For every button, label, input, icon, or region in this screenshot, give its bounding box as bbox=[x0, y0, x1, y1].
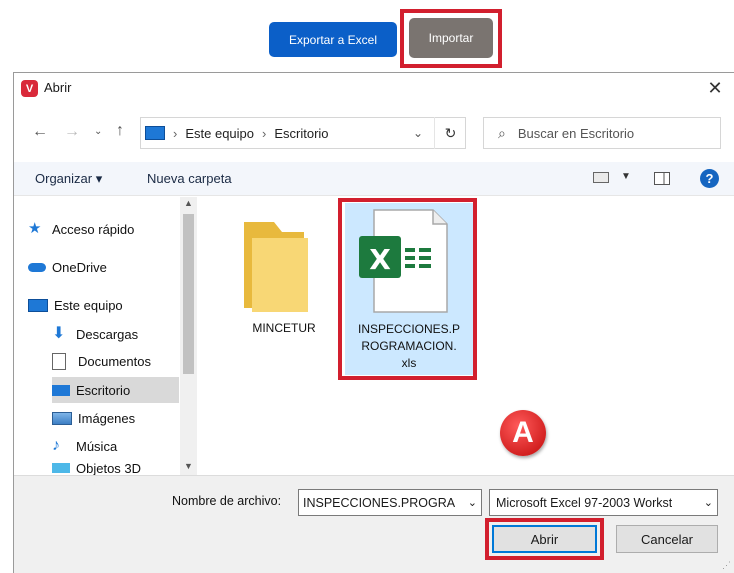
refresh-icon[interactable]: ↻ bbox=[434, 117, 466, 149]
recent-chevron-icon[interactable]: ⌄ bbox=[94, 126, 102, 137]
filetype-select[interactable]: Microsoft Excel 97-2003 Workst ⌄ bbox=[489, 489, 718, 516]
sidebar-item-label: Acceso rápido bbox=[52, 221, 135, 237]
import-button[interactable]: Importar bbox=[409, 18, 493, 58]
scroll-down-icon[interactable]: ▼ bbox=[184, 461, 193, 471]
breadcrumb-item[interactable]: Escritorio bbox=[274, 126, 328, 141]
computer-icon bbox=[145, 126, 165, 140]
excel-file-icon: X bbox=[345, 208, 473, 320]
app-logo-icon: V bbox=[21, 80, 38, 97]
sidebar-item-label: Escritorio bbox=[76, 382, 131, 398]
breadcrumb-item[interactable]: Este equipo bbox=[185, 126, 254, 141]
filename-label: Nombre de archivo: bbox=[172, 494, 282, 508]
search-box[interactable]: ⌕ Buscar en Escritorio bbox=[483, 117, 721, 149]
sidebar-item-quick-access[interactable]: ★ Acceso rápido bbox=[28, 216, 193, 242]
folder-icon bbox=[244, 222, 308, 312]
navigation-pane: ★ Acceso rápido OneDrive Este equipo ⬇ D… bbox=[14, 197, 198, 475]
scroll-up-icon[interactable]: ▲ bbox=[184, 198, 193, 208]
annotation-marker: A bbox=[500, 410, 546, 456]
file-name-line: INSPECCIONES.P bbox=[357, 322, 461, 336]
view-options-icon[interactable] bbox=[593, 172, 609, 183]
resize-grip-icon[interactable]: ⋰ bbox=[722, 560, 731, 571]
cube-icon bbox=[52, 463, 70, 473]
document-icon bbox=[52, 352, 66, 370]
filename-value: INSPECCIONES.PROGRA bbox=[303, 495, 456, 510]
sidebar-item-label: Objetos 3D bbox=[76, 461, 142, 475]
svg-text:X: X bbox=[369, 243, 391, 276]
computer-icon bbox=[28, 298, 48, 312]
view-chevron-icon[interactable]: ▼ bbox=[621, 171, 631, 182]
filetype-value: Microsoft Excel 97-2003 Workst bbox=[496, 495, 673, 510]
sidebar-item-label: OneDrive bbox=[52, 259, 107, 275]
sidebar-item-music[interactable]: ♪ Música bbox=[52, 433, 193, 459]
file-name: INSPECCIONES.P ROGRAMACION. xls bbox=[345, 321, 473, 372]
sidebar-item-label: Descargas bbox=[76, 326, 139, 342]
file-item-folder[interactable]: MINCETUR bbox=[230, 208, 338, 348]
download-icon: ⬇ bbox=[52, 325, 66, 342]
open-button[interactable]: Abrir bbox=[492, 525, 597, 553]
cancel-button[interactable]: Cancelar bbox=[616, 525, 718, 553]
new-folder-button[interactable]: Nueva carpeta bbox=[147, 171, 232, 186]
sidebar-item-downloads[interactable]: ⬇ Descargas bbox=[52, 321, 193, 347]
cloud-icon bbox=[28, 262, 46, 272]
desktop-icon bbox=[52, 384, 70, 396]
sidebar-item-label: Música bbox=[76, 438, 118, 454]
sidebar-item-3d-objects[interactable]: Objetos 3D bbox=[52, 459, 193, 475]
search-icon: ⌕ bbox=[498, 124, 506, 141]
sidebar-item-label: Este equipo bbox=[54, 297, 123, 313]
file-name-line: ROGRAMACION. bbox=[361, 339, 457, 353]
music-icon: ♪ bbox=[52, 437, 60, 454]
back-arrow-icon[interactable]: ← bbox=[32, 123, 48, 141]
file-name-line: xls bbox=[401, 356, 417, 370]
sidebar-item-onedrive[interactable]: OneDrive bbox=[28, 254, 193, 280]
sidebar-item-pictures[interactable]: Imágenes bbox=[52, 405, 193, 431]
sidebar-item-label: Imágenes bbox=[78, 410, 136, 426]
preview-pane-icon[interactable] bbox=[654, 172, 670, 185]
chevron-down-icon[interactable]: ⌄ bbox=[468, 496, 477, 509]
sidebar-item-documents[interactable]: Documentos bbox=[52, 348, 193, 374]
breadcrumb-separator-icon: › bbox=[173, 125, 178, 141]
star-icon: ★ bbox=[28, 220, 42, 237]
dialog-titlebar bbox=[14, 73, 734, 105]
sidebar-item-label: Documentos bbox=[78, 353, 151, 369]
help-icon[interactable]: ? bbox=[700, 169, 719, 188]
filename-field[interactable]: INSPECCIONES.PROGRA ⌄ bbox=[298, 489, 482, 516]
organize-menu[interactable]: Organizar ▾ bbox=[35, 171, 102, 187]
close-icon[interactable]: ✕ bbox=[700, 75, 730, 101]
search-placeholder: Buscar en Escritorio bbox=[517, 125, 635, 141]
chevron-down-icon: ⌄ bbox=[703, 497, 713, 509]
export-excel-button[interactable]: Exportar a Excel bbox=[269, 22, 397, 57]
up-arrow-icon[interactable]: ↑ bbox=[116, 122, 124, 140]
dialog-title: Abrir bbox=[44, 80, 72, 95]
address-dropdown-icon[interactable]: ⌄ bbox=[413, 126, 423, 140]
pictures-icon bbox=[52, 411, 72, 425]
file-name: MINCETUR bbox=[252, 321, 316, 335]
sidebar-item-desktop[interactable]: Escritorio bbox=[52, 377, 179, 403]
sidebar-item-this-pc[interactable]: Este equipo bbox=[28, 292, 193, 318]
breadcrumb-separator-icon: › bbox=[262, 125, 267, 141]
forward-arrow-icon[interactable]: → bbox=[64, 123, 80, 141]
address-bar[interactable]: › Este equipo › Escritorio ⌄ bbox=[140, 117, 466, 149]
scrollbar-thumb[interactable] bbox=[183, 214, 194, 374]
